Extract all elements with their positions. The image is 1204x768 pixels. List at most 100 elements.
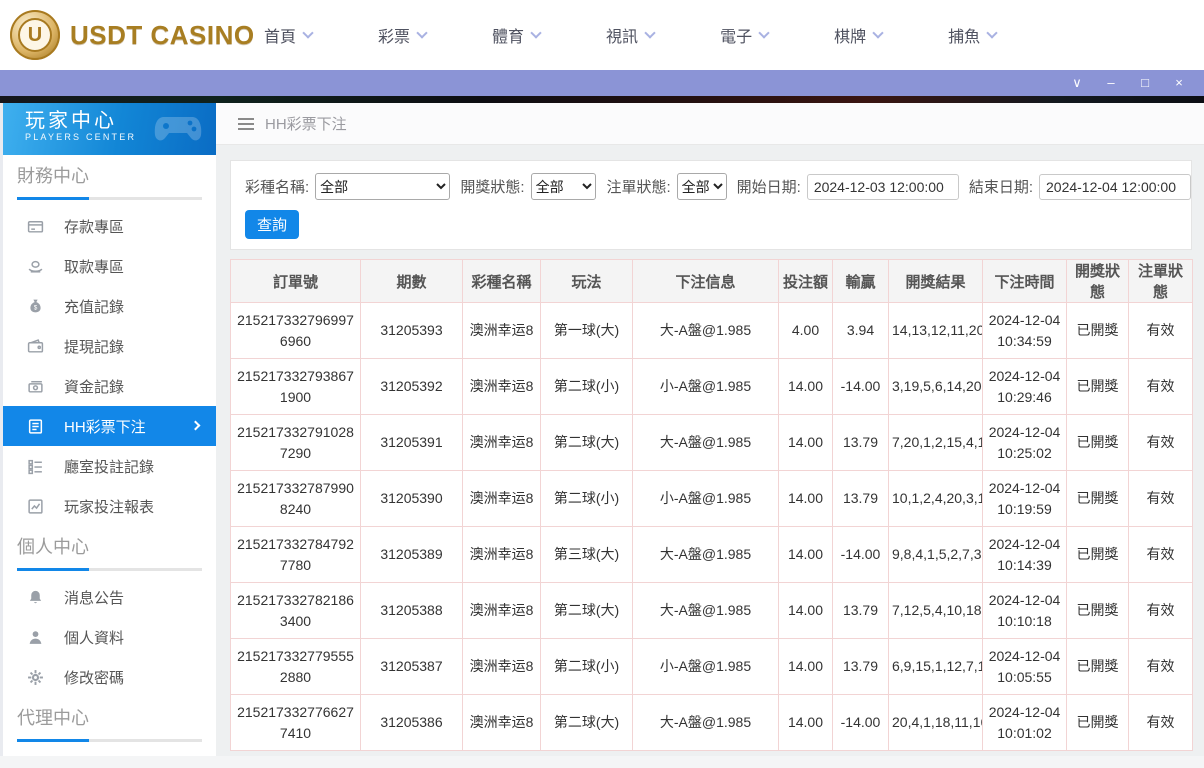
- column-header-3: 玩法: [540, 259, 633, 303]
- cell: 31205391: [360, 414, 463, 471]
- column-header-0: 訂單號: [230, 259, 361, 303]
- cell: 澳洲幸运8: [462, 470, 541, 527]
- sidebar-item-recharge-record[interactable]: $ 充值記錄: [3, 286, 216, 326]
- lottery-name-label: 彩種名稱:: [245, 179, 310, 196]
- cell: 澳洲幸运8: [462, 358, 541, 415]
- window-close-icon[interactable]: ×: [1162, 70, 1196, 96]
- table-row: 2152173327910287290 31205391 澳洲幸运8 第二球(大) 大-…: [230, 414, 1193, 471]
- end-date-label: 結束日期:: [968, 179, 1033, 196]
- sidebar-item-agent-rules[interactable]: 代理規則說明: [3, 748, 216, 756]
- cell: 3,19,5,6,14,20,8,9: [888, 358, 983, 415]
- nav-item-fishing[interactable]: 捕魚: [948, 23, 998, 47]
- cell: 31205388: [360, 582, 463, 639]
- gear-icon: [27, 668, 45, 686]
- sidebar-item-change-password[interactable]: 修改密碼: [3, 657, 216, 697]
- cell: 31205393: [360, 302, 463, 359]
- banner-strip: [0, 96, 1204, 103]
- cell: 澳洲幸运8: [462, 526, 541, 583]
- cell: 第二球(小): [540, 638, 633, 695]
- sidebar-item-announcements[interactable]: 消息公告: [3, 577, 216, 617]
- breadcrumb: HH彩票下注: [216, 103, 1204, 145]
- cell: 2152173327938671900: [230, 358, 361, 415]
- nav-item-label: 電子: [720, 29, 753, 46]
- cell: 13.79: [832, 582, 889, 639]
- nav-item-label: 體育: [492, 29, 525, 46]
- nav-item-video[interactable]: 視訊: [606, 23, 656, 47]
- cell: -14.00: [832, 358, 889, 415]
- sidebar-menu-personal: 消息公告 個人資料 修改密碼: [3, 577, 216, 697]
- window-maximize-icon[interactable]: □: [1128, 70, 1162, 96]
- window-minimize-icon[interactable]: –: [1094, 70, 1128, 96]
- cell: 大-A盤@1.985: [632, 526, 779, 583]
- nav-item-cards[interactable]: 棋牌: [834, 23, 884, 47]
- nav-item-home[interactable]: 首頁: [264, 23, 314, 47]
- cell: 小-A盤@1.985: [632, 358, 779, 415]
- bell-icon: [27, 588, 45, 606]
- nav-item-label: 首頁: [264, 29, 297, 46]
- cell: 2152173327766277410: [230, 694, 361, 751]
- sidebar-item-label: 廳室投註記錄: [64, 458, 155, 476]
- nav-item-slots[interactable]: 電子: [720, 23, 770, 47]
- sidebar-item-player-bet-report[interactable]: 玩家投注報表: [3, 486, 216, 526]
- section-divider: [17, 568, 202, 571]
- sidebar-item-deposit[interactable]: 存款專區: [3, 206, 216, 246]
- nav-item-lottery[interactable]: 彩票: [378, 23, 428, 47]
- cell: 第二球(大): [540, 694, 633, 751]
- cell: 14.00: [778, 470, 833, 527]
- hamburger-icon[interactable]: [238, 117, 254, 130]
- cell: 14.00: [778, 358, 833, 415]
- sidebar-item-funds-record[interactable]: 資金記錄: [3, 366, 216, 406]
- cell: 2152173327910287290: [230, 414, 361, 471]
- column-header-10: 注單狀態: [1128, 259, 1193, 303]
- cell: 13.79: [832, 638, 889, 695]
- nav-item-sports[interactable]: 體育: [492, 23, 542, 47]
- query-button[interactable]: 查詢: [245, 210, 299, 239]
- nav-item-label: 棋牌: [834, 29, 867, 46]
- cell: 14.00: [778, 694, 833, 751]
- sidebar-item-label: 玩家投注報表: [64, 498, 155, 516]
- cell: 已開獎: [1066, 302, 1129, 359]
- table-row: 2152173327766277410 31205386 澳洲幸运8 第二球(大) 大-…: [230, 694, 1193, 751]
- cell: 第二球(大): [540, 582, 633, 639]
- sidebar-item-label: 取款專區: [64, 258, 125, 276]
- section-title-finance: 財務中心: [17, 166, 89, 186]
- cell: 14.00: [778, 414, 833, 471]
- start-date-input[interactable]: [806, 173, 959, 200]
- section-divider: [17, 739, 202, 742]
- nav-item-label: 捕魚: [948, 29, 981, 46]
- sidebar-item-profile[interactable]: 個人資料: [3, 617, 216, 657]
- cell: 7,12,5,4,10,18,19,11: [888, 582, 983, 639]
- logo[interactable]: U USDT CASINO: [10, 10, 254, 60]
- window-collapse-icon[interactable]: ∨: [1060, 70, 1094, 96]
- sidebar-item-label: 個人資料: [64, 629, 125, 647]
- report-chart-icon: [27, 497, 45, 515]
- end-date-input[interactable]: [1039, 173, 1191, 200]
- sidebar-item-label: 消息公告: [64, 589, 125, 607]
- sidebar-item-hh-lottery-bets[interactable]: HH彩票下注: [3, 406, 216, 446]
- top-header: U USDT CASINO 首頁 彩票 體育 視訊 電子 棋牌 捕魚: [0, 0, 1204, 70]
- table-row: 2152173327821863400 31205388 澳洲幸运8 第二球(大) 大-…: [230, 582, 1193, 639]
- cell: 4.00: [778, 302, 833, 359]
- cell: 10,1,2,4,20,3,12,8: [888, 470, 983, 527]
- sidebar-item-label: 資金記錄: [64, 378, 125, 396]
- chevron-right-icon: [190, 420, 201, 431]
- section-divider: [17, 197, 202, 200]
- sidebar-item-withdrawal-record[interactable]: 提現記錄: [3, 326, 216, 366]
- draw-status-select[interactable]: 全部: [530, 173, 597, 200]
- cell: 2024-12-04 10:19:59: [982, 470, 1067, 527]
- order-status-select[interactable]: 全部: [676, 173, 727, 200]
- lottery-name-select[interactable]: 全部: [315, 173, 451, 200]
- cell: 20,4,1,18,11,16,8,3: [888, 694, 983, 751]
- sidebar-menu-finance: 存款專區 取款專區 $ 充值記錄 提現記錄 資金記錄 HH彩票下注 廳室投註記錄…: [3, 206, 216, 526]
- sidebar-item-withdraw[interactable]: 取款專區: [3, 246, 216, 286]
- table-header-row: 訂單號 期數 彩種名稱 玩法 下注信息 投注額 輸贏 開獎結果 下注時間 開獎狀態 注單狀態: [230, 259, 1193, 303]
- table-row: 2152173327847927780 31205389 澳洲幸运8 第三球(大) 大-…: [230, 526, 1193, 583]
- app-body: 玩家中心 PLAYERS CENTER 財務中心 存款專區 取款專區 $ 充值記…: [0, 103, 1204, 756]
- sidebar-item-room-bet-record[interactable]: 廳室投註記錄: [3, 446, 216, 486]
- chevron-down-icon: [758, 27, 770, 39]
- cell: 澳洲幸运8: [462, 694, 541, 751]
- chevron-down-icon: [302, 27, 314, 39]
- cell: 2152173327847927780: [230, 526, 361, 583]
- chevron-down-icon: [986, 27, 998, 39]
- deposit-card-icon: [27, 217, 45, 235]
